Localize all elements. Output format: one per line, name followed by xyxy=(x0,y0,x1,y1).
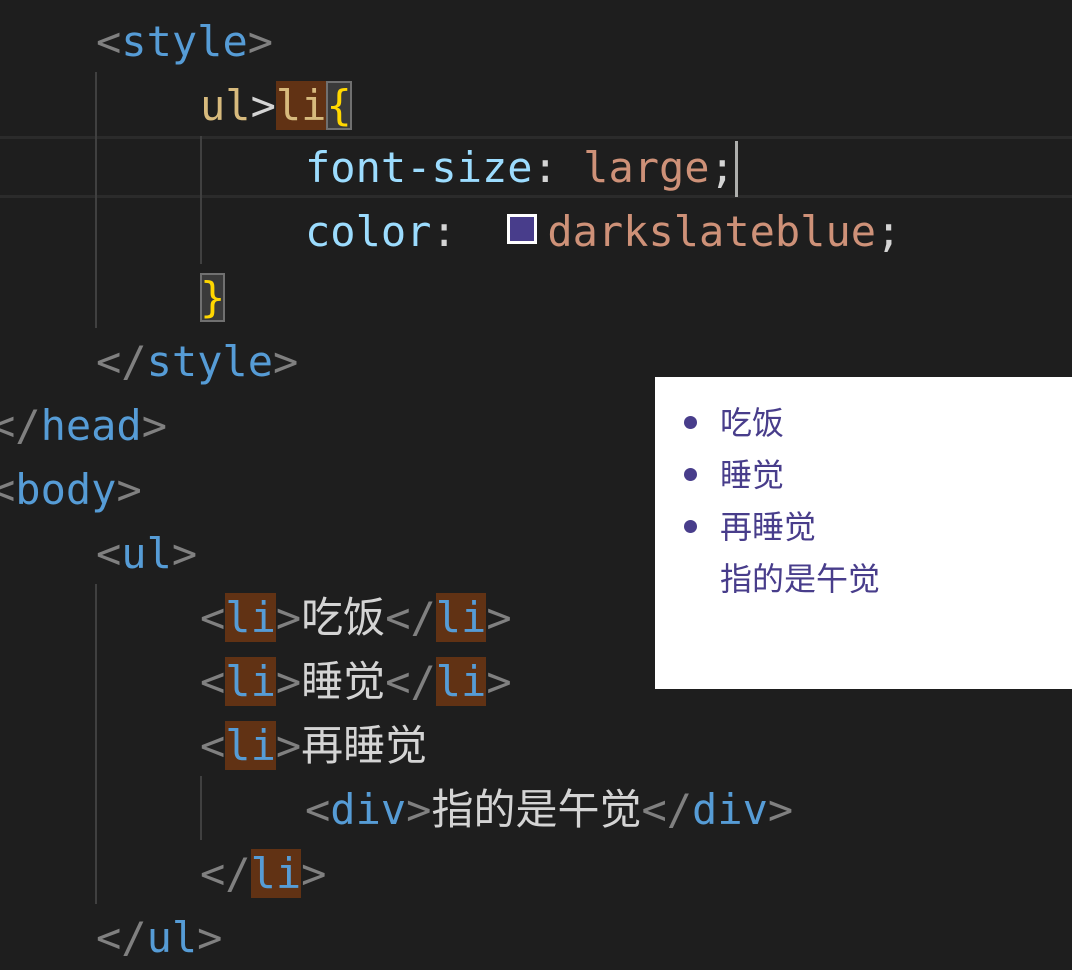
css-selector-ul: ul xyxy=(200,81,251,130)
tag-bracket: </ xyxy=(641,785,693,834)
tag-name: body xyxy=(15,465,117,514)
tag-name: head xyxy=(40,401,142,450)
tag-bracket: > xyxy=(486,593,512,642)
list-item-text: 吃饭 xyxy=(720,404,785,442)
tag-name: li xyxy=(225,657,276,706)
indent-guide xyxy=(200,776,202,840)
tag-name: li xyxy=(435,657,487,706)
code-line-font-size[interactable]: font-size: large; xyxy=(305,136,738,200)
tag-bracket: > xyxy=(141,401,168,450)
tag-name: li xyxy=(250,849,302,898)
bullet-icon xyxy=(684,416,697,429)
tag-bracket: < xyxy=(96,17,122,66)
code-line-ul-close[interactable]: </ul> xyxy=(96,906,222,970)
css-colon: : xyxy=(532,143,584,192)
code-line-ul-open[interactable]: <ul> xyxy=(96,522,197,586)
list-item-text: 睡觉 xyxy=(720,456,785,494)
css-colon: : xyxy=(431,207,483,256)
tag-bracket: </ xyxy=(96,337,147,386)
tag-bracket: < xyxy=(305,785,331,834)
li-text: 吃饭 xyxy=(301,593,386,642)
tag-bracket: </ xyxy=(385,657,436,706)
tag-bracket: </ xyxy=(0,401,41,450)
tag-name: li xyxy=(435,593,487,642)
tag-bracket: > xyxy=(406,785,432,834)
tag-bracket: > xyxy=(301,849,327,898)
preview-list: 吃饭 睡觉 再睡觉指的是午觉 xyxy=(655,397,880,605)
tag-name: div xyxy=(692,785,768,834)
tag-bracket: > xyxy=(197,913,223,962)
code-line-selector[interactable]: ul>li{ xyxy=(200,74,352,138)
css-property: font-size xyxy=(305,143,533,192)
css-semicolon: ; xyxy=(709,143,735,192)
tag-name: div xyxy=(330,785,407,834)
code-line-li-3[interactable]: <li>再睡觉 xyxy=(200,714,427,778)
code-line-style-open[interactable]: <style> xyxy=(96,10,273,74)
browser-preview: 吃饭 睡觉 再睡觉指的是午觉 xyxy=(655,377,1072,689)
bullet-icon xyxy=(684,468,697,481)
tag-name: style xyxy=(146,337,274,386)
nested-div-text: 指的是午觉 xyxy=(720,560,881,598)
tag-bracket: > xyxy=(247,17,274,66)
tag-bracket: > xyxy=(275,721,302,770)
tag-name: li xyxy=(225,721,276,770)
code-line-li-close[interactable]: </li> xyxy=(200,842,326,906)
tag-name: ul xyxy=(121,529,172,578)
brace-open: { xyxy=(326,81,352,130)
code-line-body-open[interactable]: <body> xyxy=(0,458,142,522)
code-line-li-2[interactable]: <li>睡觉</li> xyxy=(200,650,512,714)
tag-name: li xyxy=(225,593,276,642)
list-item: 吃饭 xyxy=(655,397,880,449)
css-value: large xyxy=(583,143,710,192)
bullet-icon xyxy=(684,520,697,533)
tag-bracket: > xyxy=(171,529,198,578)
code-line-li-1[interactable]: <li>吃饭</li> xyxy=(200,586,512,650)
css-property: color xyxy=(305,207,432,256)
tag-bracket: < xyxy=(200,593,226,642)
tag-name: style xyxy=(121,17,248,66)
indent-guide xyxy=(95,584,97,904)
tag-bracket: < xyxy=(200,657,226,706)
tag-bracket: < xyxy=(96,529,122,578)
indent-guide xyxy=(200,136,202,264)
brace-close: } xyxy=(200,273,226,322)
tag-name: ul xyxy=(146,913,198,962)
code-line-style-close[interactable]: </style> xyxy=(96,330,298,394)
list-item: 睡觉 xyxy=(655,449,880,501)
tag-bracket: > xyxy=(486,657,512,706)
tag-bracket: > xyxy=(273,337,299,386)
tag-bracket: > xyxy=(116,465,142,514)
list-item: 再睡觉 指的是午觉 xyxy=(655,501,880,605)
code-line-color[interactable]: color: darkslateblue; xyxy=(305,200,901,264)
tag-bracket: </ xyxy=(96,913,147,962)
tag-bracket: </ xyxy=(385,593,436,642)
div-text: 指的是午觉 xyxy=(431,785,642,834)
tag-bracket: > xyxy=(275,593,302,642)
tag-bracket: < xyxy=(200,721,226,770)
code-line-head-close[interactable]: </head> xyxy=(0,394,167,458)
li-text: 再睡觉 xyxy=(301,721,428,770)
css-combinator: > xyxy=(250,81,276,130)
css-semicolon: ; xyxy=(876,207,902,256)
list-item-text: 再睡觉 xyxy=(720,508,817,546)
code-line-brace-close[interactable]: } xyxy=(200,266,226,330)
text-cursor xyxy=(734,140,738,197)
tag-bracket: < xyxy=(0,465,16,514)
tag-bracket: > xyxy=(275,657,302,706)
li-text: 睡觉 xyxy=(301,657,386,706)
tag-bracket: > xyxy=(767,785,794,834)
css-selector-li: li xyxy=(275,81,327,130)
css-value: darkslateblue xyxy=(547,207,877,256)
color-swatch-icon[interactable] xyxy=(507,213,538,244)
tag-bracket: </ xyxy=(200,849,251,898)
indent-guide xyxy=(95,72,97,328)
code-line-div[interactable]: <div>指的是午觉</div> xyxy=(305,778,793,842)
